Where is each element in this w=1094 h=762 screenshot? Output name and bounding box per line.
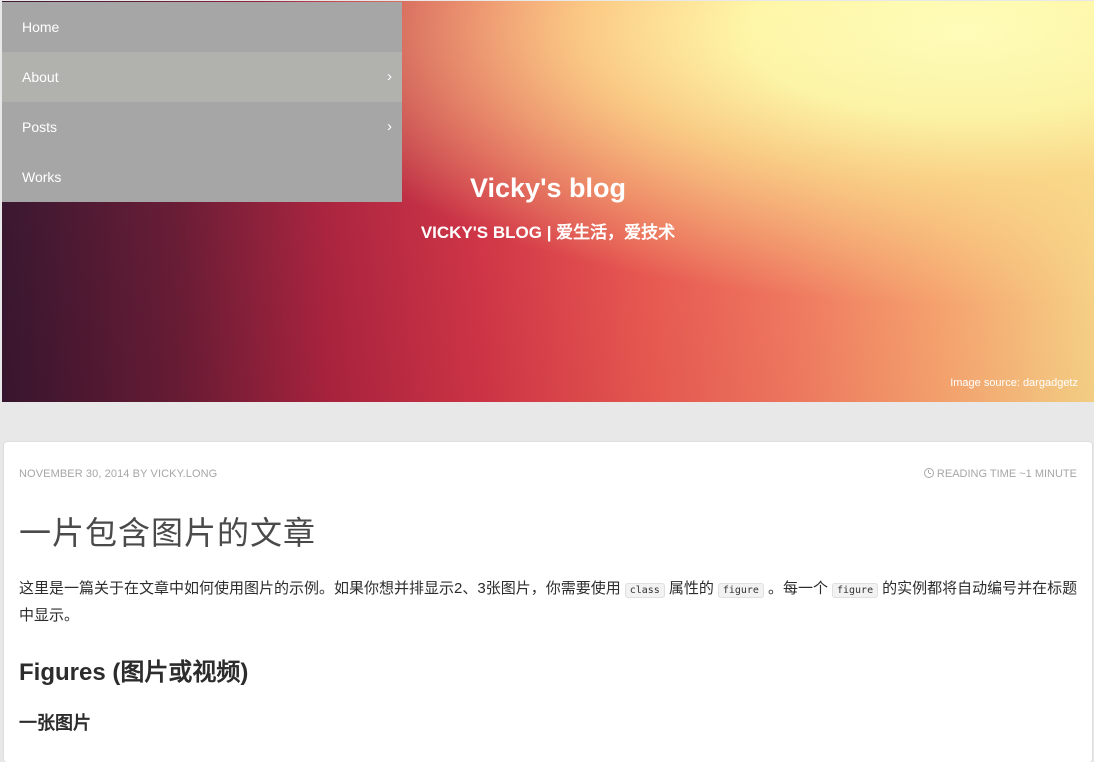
- nav-item-label: Posts: [22, 119, 58, 135]
- nav-item-label: Works: [22, 169, 62, 185]
- nav-menu: Home About › Posts › Works: [2, 2, 402, 202]
- post-title: 一片包含图片的文章: [19, 514, 317, 552]
- intro-text: 。每一个: [767, 580, 828, 597]
- inline-code-figure: figure: [717, 583, 764, 598]
- nav-item-label: About: [22, 69, 59, 85]
- nav-item-about[interactable]: About ›: [2, 52, 402, 102]
- nav-item-home[interactable]: Home: [2, 2, 402, 52]
- reading-time-label: READING TIME ~1 MINUTE: [936, 468, 1077, 480]
- nav-item-works[interactable]: Works: [2, 152, 402, 202]
- nav-item-posts[interactable]: Posts ›: [2, 102, 402, 152]
- nav-item-label: Home: [22, 19, 60, 35]
- chevron-right-icon: ›: [387, 68, 392, 85]
- intro-text: 这里是一篇关于在文章中如何使用图片的示例。如果你想并排显示2、3张图片，你需要使…: [19, 580, 621, 597]
- post-card: NOVEMBER 30, 2014 BY VICKY.LONG READING …: [4, 442, 1092, 762]
- image-source-credit[interactable]: Image source: dargadgetz: [950, 377, 1078, 389]
- intro-text: 属性的: [668, 580, 714, 597]
- inline-code-class: class: [624, 583, 665, 598]
- clock-icon: [923, 468, 934, 478]
- site-subtitle: VICKY'S BLOG | 爱生活，爱技术: [420, 223, 676, 242]
- subsection-heading-single-image: 一张图片: [19, 713, 91, 733]
- reading-time: READING TIME ~1 MINUTE: [923, 468, 1077, 480]
- inline-code-figure: figure: [831, 583, 879, 598]
- section-heading-figures: Figures (图片或视频): [19, 659, 249, 686]
- chevron-right-icon: ›: [387, 118, 392, 135]
- post-intro-paragraph: 这里是一篇关于在文章中如何使用图片的示例。如果你想并排显示2、3张图片，你需要使…: [19, 576, 1079, 628]
- post-date-author: NOVEMBER 30, 2014 BY VICKY.LONG: [19, 468, 218, 480]
